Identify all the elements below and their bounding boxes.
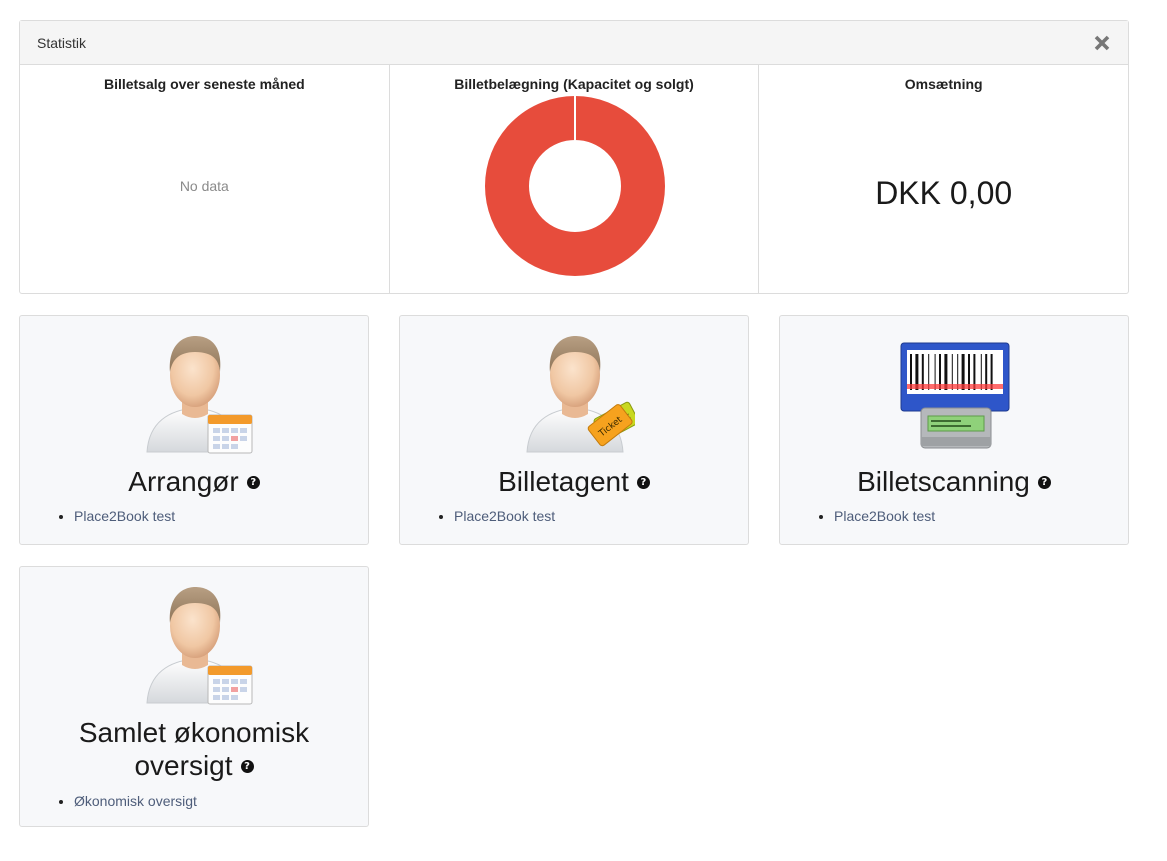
statistik-header: Statistik <box>20 21 1128 65</box>
card-link[interactable]: Place2Book test <box>454 508 555 524</box>
statistik-title: Statistik <box>37 34 87 51</box>
occupancy-title: Billetbelægning (Kapacitet og solgt) <box>454 76 694 92</box>
card-title: Samlet økonomisk oversigt? <box>78 717 310 781</box>
help-icon[interactable]: ? <box>1037 476 1051 489</box>
list-item: Place2Book test <box>454 508 555 524</box>
ticket-agent-person-ticket-icon: Ticket Ticket <box>515 330 640 455</box>
sales-column: Billetsalg over seneste måned No data <box>20 65 390 294</box>
sales-title: Billetsalg over seneste måned <box>103 76 305 92</box>
card-link-list: Place2Book test <box>454 508 555 524</box>
card-samlet-okonomisk-oversigt[interactable]: Samlet økonomisk oversigt? Økonomisk ove… <box>19 566 369 827</box>
card-title: Billetscanning? <box>780 465 1128 498</box>
card-link-list: Økonomisk oversigt <box>74 793 197 809</box>
card-title: Arrangør? <box>20 465 368 498</box>
revenue-value: DKK 0,00 <box>875 175 1013 211</box>
help-icon[interactable]: ? <box>246 476 260 489</box>
card-link[interactable]: Økonomisk oversigt <box>74 793 197 809</box>
sales-no-data: No data <box>179 178 229 194</box>
card-billetscanning[interactable]: Billetscanning? Place2Book test <box>779 315 1129 545</box>
revenue-column: Omsætning DKK 0,00 <box>759 65 1128 294</box>
revenue-title: Omsætning <box>904 76 983 92</box>
finance-person-calendar-icon <box>135 581 255 706</box>
help-icon[interactable]: ? <box>636 476 650 489</box>
occupancy-donut-chart <box>484 96 665 281</box>
card-arrangor[interactable]: Arrangør? Place2Book test <box>19 315 369 545</box>
card-link-list: Place2Book test <box>74 508 175 524</box>
card-link[interactable]: Place2Book test <box>834 508 935 524</box>
barcode-scanner-icon <box>895 330 1015 455</box>
list-item: Økonomisk oversigt <box>74 793 197 809</box>
list-item: Place2Book test <box>74 508 175 524</box>
list-item: Place2Book test <box>834 508 935 524</box>
statistik-panel: Statistik Billetsalg over seneste måned … <box>19 20 1129 294</box>
close-icon[interactable] <box>1093 34 1111 52</box>
card-link[interactable]: Place2Book test <box>74 508 175 524</box>
organizer-person-calendar-icon <box>135 330 255 455</box>
help-icon[interactable]: ? <box>240 760 254 773</box>
card-title: Billetagent? <box>400 465 748 498</box>
occupancy-column: Billetbelægning (Kapacitet og solgt) <box>390 65 760 294</box>
card-link-list: Place2Book test <box>834 508 935 524</box>
card-billetagent[interactable]: Ticket Ticket Billetagent? Place2Book te… <box>399 315 749 545</box>
